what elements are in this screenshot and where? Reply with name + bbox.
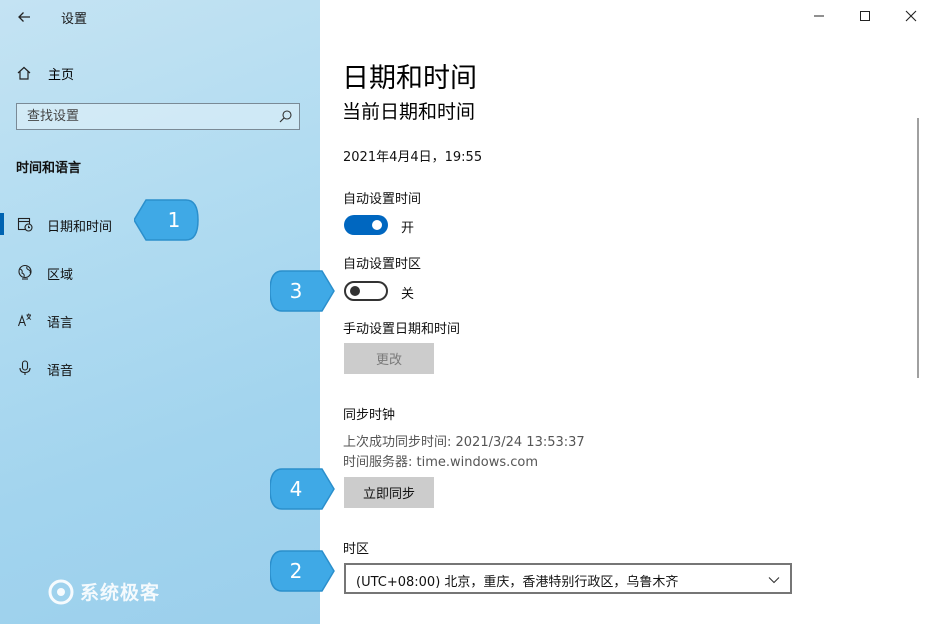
callout-number: 2 xyxy=(289,559,303,583)
auto-time-state: 开 xyxy=(401,221,415,236)
home-nav-item[interactable]: 主页 xyxy=(16,62,74,84)
search-input[interactable] xyxy=(17,104,277,129)
callout-1: 1 xyxy=(134,199,229,241)
section-title: 时间和语言 xyxy=(16,161,82,176)
callout-number: 3 xyxy=(289,279,303,303)
time-server-text: 时间服务器: time.windows.com xyxy=(343,455,539,470)
watermark-text: 系统极客 xyxy=(80,582,161,604)
callout-number: 4 xyxy=(289,477,303,501)
scrollbar[interactable] xyxy=(917,118,919,378)
back-button[interactable] xyxy=(14,6,36,28)
globe-icon xyxy=(18,264,32,280)
auto-time-toggle[interactable] xyxy=(344,215,388,235)
watermark: 系统极客 xyxy=(48,578,160,605)
timezone-value: (UTC+08:00) 北京，重庆，香港特别行政区，乌鲁木齐 xyxy=(356,575,679,590)
home-icon xyxy=(17,66,31,80)
active-indicator xyxy=(0,213,4,235)
callout-4: 4 xyxy=(270,468,365,510)
home-label: 主页 xyxy=(48,67,75,83)
current-datetime: 2021年4月4日，19:55 xyxy=(343,150,483,165)
page-title: 日期和时间 xyxy=(342,63,477,94)
watermark-logo-icon xyxy=(48,579,74,604)
auto-timezone-state: 关 xyxy=(401,287,415,302)
last-sync-text: 上次成功同步时间: 2021/3/24 13:53:37 xyxy=(343,435,585,450)
change-button[interactable]: 更改 xyxy=(344,343,434,374)
sidebar-item-speech[interactable]: 语音 xyxy=(0,353,320,383)
microphone-icon xyxy=(19,360,31,375)
main-content: 日期和时间 当前日期和时间 2021年4月4日，19:55 自动设置时间 开 自… xyxy=(320,0,934,624)
chevron-down-icon xyxy=(768,577,780,584)
window-title: 设置 xyxy=(61,12,88,27)
back-arrow-icon xyxy=(18,12,30,22)
sidebar-item-label: 日期和时间 xyxy=(47,220,113,235)
auto-time-label: 自动设置时间 xyxy=(343,192,422,207)
sidebar: 设置 主页 时间和语言 日期和时间 区域 xyxy=(0,0,320,624)
calendar-clock-icon xyxy=(17,217,33,232)
callout-3: 3 xyxy=(270,270,365,312)
search-box[interactable] xyxy=(16,103,300,130)
search-icon[interactable] xyxy=(278,109,293,124)
toggle-knob xyxy=(372,220,382,230)
sidebar-item-label: 语言 xyxy=(47,316,74,331)
callout-2: 2 xyxy=(270,550,365,592)
sidebar-item-label: 语音 xyxy=(47,364,74,379)
manual-datetime-label: 手动设置日期和时间 xyxy=(343,322,461,337)
sidebar-item-label: 区域 xyxy=(47,268,74,283)
language-icon xyxy=(17,313,32,327)
callout-number: 1 xyxy=(167,208,181,232)
timezone-dropdown[interactable]: (UTC+08:00) 北京，重庆，香港特别行政区，乌鲁木齐 xyxy=(344,563,792,594)
sync-clock-label: 同步时钟 xyxy=(343,408,396,423)
page-subtitle: 当前日期和时间 xyxy=(342,101,476,123)
